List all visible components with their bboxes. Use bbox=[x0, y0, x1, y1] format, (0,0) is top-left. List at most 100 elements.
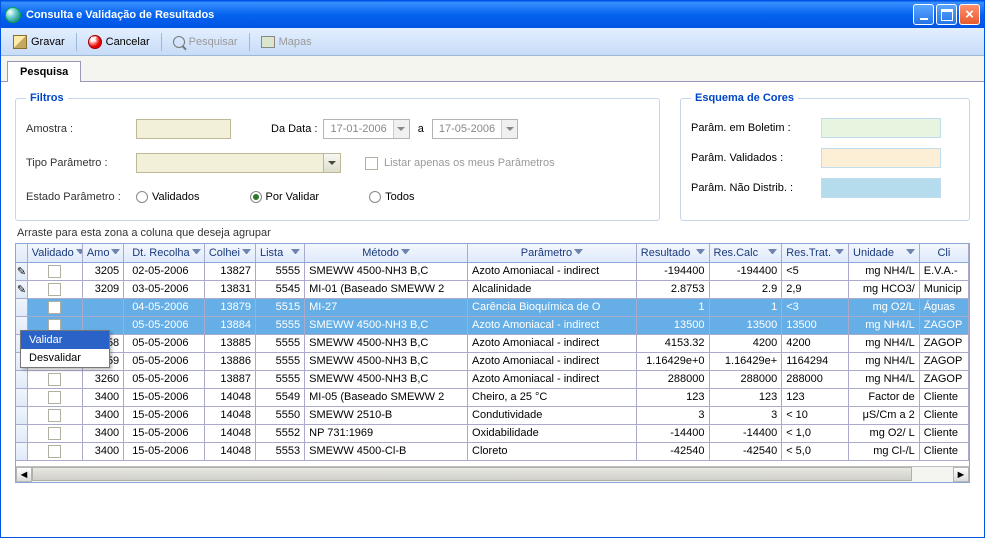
context-validar[interactable]: Validar bbox=[21, 331, 109, 349]
to-date-value: 17-05-2006 bbox=[433, 123, 501, 135]
radio-porvalidar[interactable]: Por Validar bbox=[250, 191, 320, 203]
cell: 1.16429e+0 bbox=[637, 353, 710, 370]
table-row[interactable]: 05-05-2006138845555SMEWW 4500-NH3 B,CAzo… bbox=[16, 317, 969, 335]
table-row[interactable]: 340015-05-2006140485550SMEWW 2510-BCondu… bbox=[16, 407, 969, 425]
table-row[interactable]: 325805-05-2006138855555SMEWW 4500-NH3 B,… bbox=[16, 335, 969, 353]
filter-icon[interactable] bbox=[291, 249, 300, 258]
table-row[interactable]: ✎320502-05-2006138275555SMEWW 4500-NH3 B… bbox=[16, 263, 969, 281]
col-colhei[interactable]: Colhei bbox=[205, 244, 256, 262]
tab-bar: Pesquisa bbox=[1, 56, 984, 82]
scroll-left-button[interactable]: ◄ bbox=[16, 467, 32, 482]
scroll-right-button[interactable]: ► bbox=[953, 467, 969, 482]
col-cliente[interactable]: Cli bbox=[920, 244, 969, 262]
save-label: Gravar bbox=[31, 36, 65, 48]
close-button[interactable] bbox=[959, 4, 980, 25]
filter-icon[interactable] bbox=[574, 249, 583, 258]
chevron-down-icon[interactable] bbox=[393, 120, 409, 138]
cell: Águas bbox=[920, 299, 969, 316]
cell: 123 bbox=[637, 389, 710, 406]
filter-icon[interactable] bbox=[835, 249, 844, 258]
row-indicator: ✎ bbox=[16, 263, 28, 280]
filter-icon[interactable] bbox=[242, 249, 251, 258]
scroll-track[interactable] bbox=[32, 467, 953, 482]
amostra-label: Amostra : bbox=[26, 123, 136, 135]
cell: 5552 bbox=[256, 425, 305, 442]
validado-checkbox[interactable] bbox=[48, 301, 61, 314]
amostra-input[interactable] bbox=[136, 119, 231, 139]
filter-icon[interactable] bbox=[696, 249, 705, 258]
cell: -194400 bbox=[637, 263, 710, 280]
table-row[interactable]: 326005-05-2006138875555SMEWW 4500-NH3 B,… bbox=[16, 371, 969, 389]
tab-pesquisa[interactable]: Pesquisa bbox=[7, 61, 81, 82]
context-desvalidar[interactable]: Desvalidar bbox=[21, 349, 109, 367]
cancel-button[interactable]: Cancelar bbox=[82, 32, 156, 52]
cell: 5550 bbox=[256, 407, 305, 424]
from-date-picker[interactable]: 17-01-2006 bbox=[323, 119, 409, 139]
filter-icon[interactable] bbox=[906, 249, 915, 258]
validado-checkbox[interactable] bbox=[48, 409, 61, 422]
maximize-button[interactable] bbox=[936, 4, 957, 25]
horizontal-scrollbar[interactable]: ◄ ► bbox=[16, 466, 969, 482]
cell: Alcalinidade bbox=[468, 281, 637, 298]
table-row[interactable]: 04-05-2006138795515MI-27Carência Bioquím… bbox=[16, 299, 969, 317]
table-row[interactable]: 340015-05-2006140485552NP 731:1969Oxidab… bbox=[16, 425, 969, 443]
col-amo[interactable]: Amo bbox=[83, 244, 124, 262]
cell: 3400 bbox=[83, 389, 124, 406]
chevron-down-icon[interactable] bbox=[323, 154, 340, 172]
col-unidade[interactable]: Unidade bbox=[849, 244, 920, 262]
cell: 15-05-2006 bbox=[124, 425, 205, 442]
cell bbox=[28, 425, 83, 442]
validado-checkbox[interactable] bbox=[48, 391, 61, 404]
cell: NP 731:1969 bbox=[305, 425, 468, 442]
scroll-thumb[interactable] bbox=[32, 467, 912, 481]
cell: 3400 bbox=[83, 407, 124, 424]
paramtype-select[interactable] bbox=[136, 153, 341, 173]
cell: 05-05-2006 bbox=[124, 371, 205, 388]
cell: 2.8753 bbox=[637, 281, 710, 298]
col-dtrecolha[interactable]: Dt. Recolha bbox=[124, 244, 205, 262]
validado-checkbox[interactable] bbox=[48, 283, 61, 296]
cell: 05-05-2006 bbox=[124, 353, 205, 370]
cell: 15-05-2006 bbox=[124, 443, 205, 460]
context-menu: Validar Desvalidar bbox=[20, 330, 110, 368]
table-row[interactable]: 325905-05-2006138865555SMEWW 4500-NH3 B,… bbox=[16, 353, 969, 371]
cell: 3 bbox=[637, 407, 710, 424]
col-resultado[interactable]: Resultado bbox=[637, 244, 710, 262]
validado-checkbox[interactable] bbox=[48, 427, 61, 440]
cell: 4200 bbox=[782, 335, 849, 352]
table-row[interactable]: ✎320903-05-2006138315545MI-01 (Baseado S… bbox=[16, 281, 969, 299]
minimize-button[interactable] bbox=[913, 4, 934, 25]
to-date-picker[interactable]: 17-05-2006 bbox=[432, 119, 518, 139]
filter-icon[interactable] bbox=[401, 249, 410, 258]
row-indicator bbox=[16, 371, 28, 388]
cell: Cloreto bbox=[468, 443, 637, 460]
table-row[interactable]: 340015-05-2006140485549MI-05 (Baseado SM… bbox=[16, 389, 969, 407]
search-icon bbox=[173, 36, 185, 48]
table-row[interactable]: 340015-05-2006140485553SMEWW 4500-Cl-BCl… bbox=[16, 443, 969, 461]
window-title: Consulta e Validação de Resultados bbox=[26, 9, 913, 21]
group-drop-zone[interactable]: Arraste para esta zona a coluna que dese… bbox=[15, 221, 970, 243]
col-validado[interactable]: Validado bbox=[28, 244, 83, 262]
cell bbox=[28, 299, 83, 316]
col-metodo[interactable]: Método bbox=[305, 244, 468, 262]
filter-icon[interactable] bbox=[76, 249, 83, 258]
col-restrat[interactable]: Res.Trat. bbox=[782, 244, 849, 262]
col-lista[interactable]: Lista bbox=[256, 244, 305, 262]
validado-checkbox[interactable] bbox=[48, 445, 61, 458]
onlymine-checkbox[interactable] bbox=[365, 157, 378, 170]
validado-checkbox[interactable] bbox=[48, 373, 61, 386]
filter-icon[interactable] bbox=[768, 249, 777, 258]
maps-button[interactable]: Mapas bbox=[255, 33, 318, 51]
save-button[interactable]: Gravar bbox=[7, 32, 71, 52]
chevron-down-icon[interactable] bbox=[501, 120, 517, 138]
cell: <3 bbox=[782, 299, 849, 316]
radio-todos[interactable]: Todos bbox=[369, 191, 414, 203]
radio-validados[interactable]: Validados bbox=[136, 191, 200, 203]
cell: 13827 bbox=[205, 263, 256, 280]
col-parametro[interactable]: Parâmetro bbox=[468, 244, 637, 262]
filter-icon[interactable] bbox=[192, 249, 201, 258]
filter-icon[interactable] bbox=[111, 249, 120, 258]
validado-checkbox[interactable] bbox=[48, 265, 61, 278]
search-button[interactable]: Pesquisar bbox=[167, 33, 244, 51]
col-rescalc[interactable]: Res.Calc bbox=[710, 244, 783, 262]
